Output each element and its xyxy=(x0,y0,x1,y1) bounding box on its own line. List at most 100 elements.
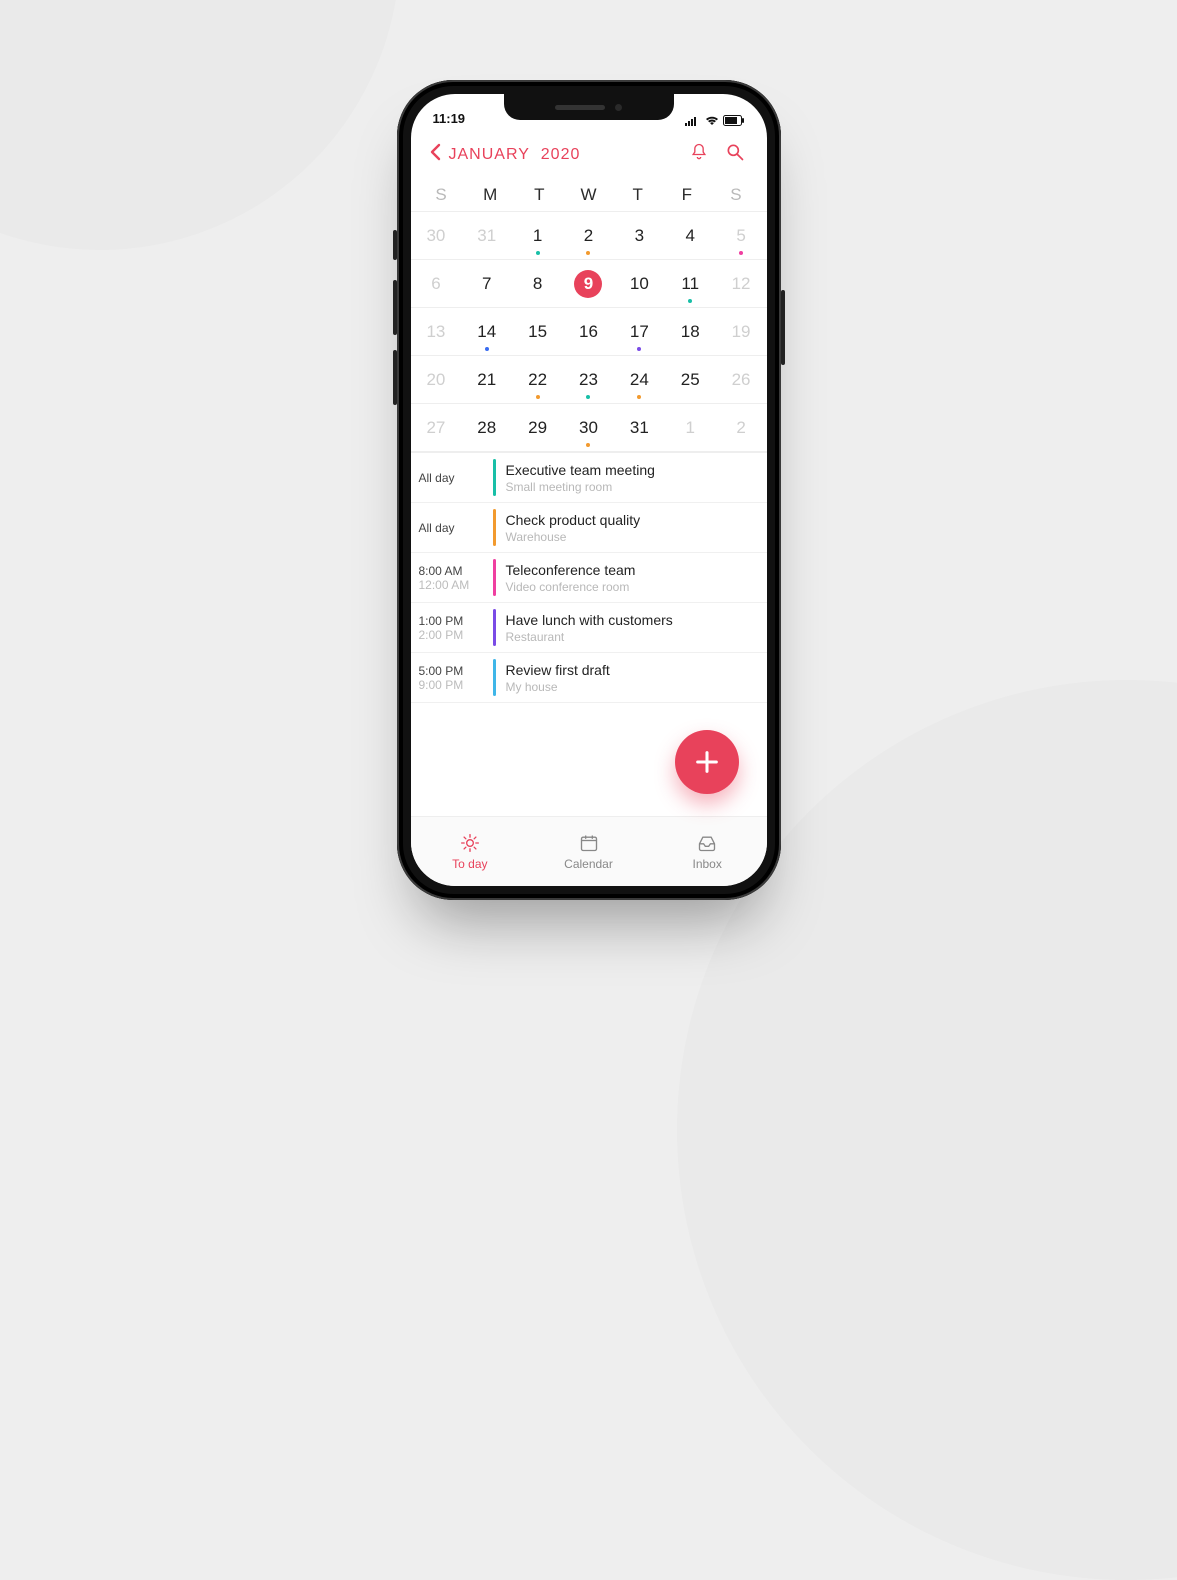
day-cell[interactable]: 31 xyxy=(461,212,512,259)
day-cell[interactable]: 30 xyxy=(411,212,462,259)
day-cell[interactable]: 19 xyxy=(716,308,767,355)
day-number: 30 xyxy=(422,222,450,250)
event-time: 8:00 AM12:00 AM xyxy=(411,553,493,602)
day-cell[interactable]: 18 xyxy=(665,308,716,355)
day-cell[interactable]: 20 xyxy=(411,356,462,403)
day-cell[interactable]: 10 xyxy=(614,260,665,307)
event-row[interactable]: All dayCheck product qualityWarehouse xyxy=(411,503,767,553)
tab-calendar[interactable]: Calendar xyxy=(529,817,648,886)
day-cell[interactable]: 3 xyxy=(614,212,665,259)
day-cell[interactable]: 21 xyxy=(461,356,512,403)
day-cell[interactable]: 23 xyxy=(563,356,614,403)
month-label: JANUARY xyxy=(449,146,530,163)
event-time: All day xyxy=(411,503,493,552)
day-cell[interactable]: 11 xyxy=(665,260,716,307)
tab-label: Calendar xyxy=(564,857,613,871)
tab-inbox[interactable]: Inbox xyxy=(648,817,767,886)
event-end-time: 12:00 AM xyxy=(419,578,485,592)
event-start-time: 5:00 PM xyxy=(419,664,485,678)
event-row[interactable]: 5:00 PM9:00 PMReview first draftMy house xyxy=(411,653,767,703)
day-cell[interactable]: 14 xyxy=(461,308,512,355)
weekday-label: T xyxy=(515,185,564,205)
day-cell[interactable]: 25 xyxy=(665,356,716,403)
day-cell[interactable]: 4 xyxy=(665,212,716,259)
day-number: 17 xyxy=(625,318,653,346)
event-location: Video conference room xyxy=(506,580,757,594)
day-number: 12 xyxy=(727,270,755,298)
day-number: 11 xyxy=(676,270,704,298)
weekday-label: S xyxy=(711,185,760,205)
day-cell[interactable]: 2 xyxy=(716,404,767,451)
bell-icon xyxy=(689,142,709,162)
event-location: Restaurant xyxy=(506,630,757,644)
day-cell[interactable]: 7 xyxy=(461,260,512,307)
search-button[interactable] xyxy=(721,138,749,171)
event-dot xyxy=(586,395,590,399)
day-cell[interactable]: 15 xyxy=(512,308,563,355)
day-number: 2 xyxy=(574,222,602,250)
weekday-header: SMTWTFS xyxy=(411,179,767,211)
day-cell[interactable]: 31 xyxy=(614,404,665,451)
day-number: 1 xyxy=(524,222,552,250)
event-title: Executive team meeting xyxy=(506,462,757,478)
month-title[interactable]: JANUARY 2020 xyxy=(449,146,677,164)
day-number: 14 xyxy=(473,318,501,346)
day-cell[interactable]: 30 xyxy=(563,404,614,451)
day-cell[interactable]: 28 xyxy=(461,404,512,451)
week-row: 27 28 29 3031 12 xyxy=(411,404,767,452)
event-start-time: 8:00 AM xyxy=(419,564,485,578)
day-number: 4 xyxy=(676,222,704,250)
day-cell[interactable]: 1 xyxy=(512,212,563,259)
day-number: 3 xyxy=(625,222,653,250)
day-cell[interactable]: 24 xyxy=(614,356,665,403)
day-cell[interactable]: 22 xyxy=(512,356,563,403)
event-row[interactable]: 1:00 PM2:00 PMHave lunch with customersR… xyxy=(411,603,767,653)
event-row[interactable]: 8:00 AM12:00 AMTeleconference teamVideo … xyxy=(411,553,767,603)
day-cell[interactable]: 26 xyxy=(716,356,767,403)
day-number: 20 xyxy=(422,366,450,394)
day-cell[interactable]: 27 xyxy=(411,404,462,451)
month-grid: 3031123456789101112131415161718192021222… xyxy=(411,211,767,452)
event-dot xyxy=(536,395,540,399)
day-number: 28 xyxy=(473,414,501,442)
week-row: 678910 11 12 xyxy=(411,260,767,308)
day-cell[interactable]: 13 xyxy=(411,308,462,355)
day-number: 29 xyxy=(524,414,552,442)
search-icon xyxy=(725,142,745,162)
event-dot xyxy=(637,347,641,351)
week-row: 20 21 22 23 24 25 26 xyxy=(411,356,767,404)
battery-icon xyxy=(723,115,745,126)
add-event-button[interactable] xyxy=(675,730,739,794)
notifications-button[interactable] xyxy=(685,138,713,171)
notch xyxy=(504,94,674,120)
screen: 11:19 JANUARY 2020 SMTWTFS xyxy=(411,94,767,886)
day-number: 1 xyxy=(676,414,704,442)
event-dot xyxy=(739,251,743,255)
weekday-label: T xyxy=(613,185,662,205)
day-cell[interactable]: 9 xyxy=(563,260,614,307)
event-location: Small meeting room xyxy=(506,480,757,494)
day-cell[interactable]: 1 xyxy=(665,404,716,451)
day-number: 22 xyxy=(524,366,552,394)
day-number: 15 xyxy=(524,318,552,346)
day-cell[interactable]: 8 xyxy=(512,260,563,307)
app-header: JANUARY 2020 xyxy=(411,128,767,179)
day-cell[interactable]: 5 xyxy=(716,212,767,259)
day-cell[interactable]: 16 xyxy=(563,308,614,355)
day-cell[interactable]: 17 xyxy=(614,308,665,355)
event-end-time: 2:00 PM xyxy=(419,628,485,642)
day-cell[interactable]: 6 xyxy=(411,260,462,307)
phone-side-button xyxy=(781,290,785,365)
event-row[interactable]: All dayExecutive team meetingSmall meeti… xyxy=(411,453,767,503)
day-number: 25 xyxy=(676,366,704,394)
day-cell[interactable]: 29 xyxy=(512,404,563,451)
tab-today[interactable]: To day xyxy=(411,817,530,886)
day-number: 23 xyxy=(574,366,602,394)
weekday-label: W xyxy=(564,185,613,205)
event-dot xyxy=(536,251,540,255)
event-dot xyxy=(637,395,641,399)
day-cell[interactable]: 2 xyxy=(563,212,614,259)
back-button[interactable] xyxy=(429,143,441,166)
day-cell[interactable]: 12 xyxy=(716,260,767,307)
plus-icon xyxy=(693,748,721,776)
